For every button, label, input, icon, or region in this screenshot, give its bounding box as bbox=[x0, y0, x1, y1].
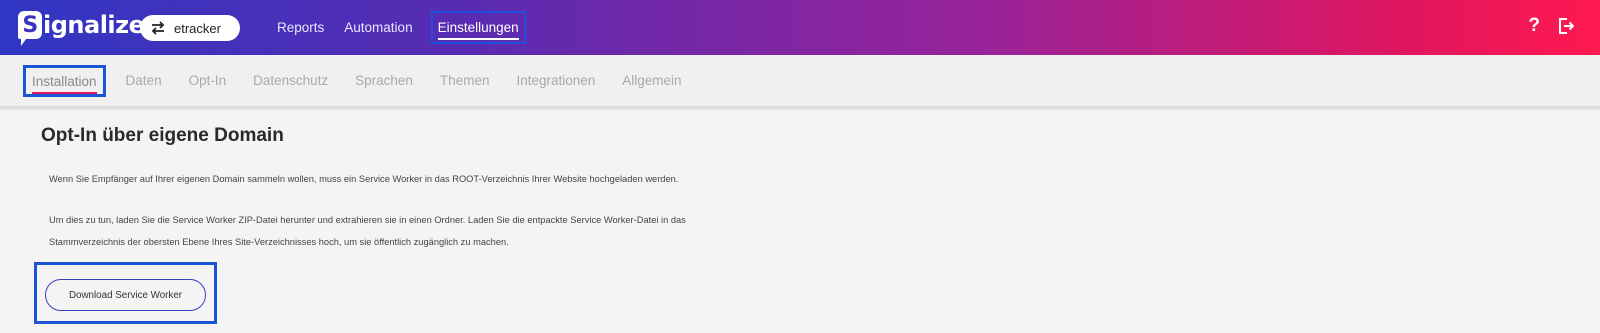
nav-einstellungen-label: Einstellungen bbox=[437, 20, 519, 40]
logout-icon[interactable] bbox=[1558, 17, 1575, 35]
nav-reports[interactable]: Reports bbox=[277, 20, 324, 35]
tab-installation[interactable]: Installation bbox=[23, 64, 106, 97]
main-nav: Reports Automation Einstellungen bbox=[265, 0, 534, 55]
main-content: Opt-In über eigene Domain Wenn Sie Empfä… bbox=[0, 108, 1600, 333]
download-service-worker-button[interactable]: Download Service Worker bbox=[45, 279, 206, 311]
top-header: S ignalize etracker Reports Automation E… bbox=[0, 0, 1600, 55]
instructions-line-1: Um dies zu tun, laden Sie die Service Wo… bbox=[49, 215, 686, 225]
instructions-line-2: Stammverzeichnis der obersten Ebene Ihre… bbox=[49, 237, 509, 247]
tab-themen[interactable]: Themen bbox=[440, 73, 490, 88]
help-icon[interactable]: ? bbox=[1528, 15, 1540, 37]
nav-automation[interactable]: Automation bbox=[344, 20, 412, 35]
account-name: etracker bbox=[174, 20, 221, 36]
tab-daten[interactable]: Daten bbox=[126, 73, 162, 88]
logo-badge: S bbox=[18, 11, 42, 39]
tab-allgemein[interactable]: Allgemein bbox=[622, 73, 681, 88]
tab-opt-in[interactable]: Opt-In bbox=[189, 73, 227, 88]
tab-datenschutz[interactable]: Datenschutz bbox=[253, 73, 328, 88]
account-switcher[interactable]: etracker bbox=[140, 15, 240, 41]
logo-text: ignalize bbox=[43, 11, 145, 39]
settings-subnav: Installation Daten Opt-In Datenschutz Sp… bbox=[0, 55, 1600, 107]
swap-arrows-icon bbox=[150, 21, 166, 35]
intro-paragraph: Wenn Sie Empfänger auf Ihrer eigenen Dom… bbox=[49, 174, 679, 184]
signalize-logo[interactable]: S ignalize bbox=[18, 11, 145, 39]
nav-einstellungen[interactable]: Einstellungen bbox=[430, 11, 526, 44]
tab-installation-label: Installation bbox=[32, 73, 97, 94]
header-icons: ? bbox=[1528, 15, 1575, 37]
page-title: Opt-In über eigene Domain bbox=[41, 125, 284, 146]
instructions-paragraph: Um dies zu tun, laden Sie die Service Wo… bbox=[49, 209, 809, 253]
tab-sprachen[interactable]: Sprachen bbox=[355, 73, 413, 88]
tab-integrationen[interactable]: Integrationen bbox=[516, 73, 595, 88]
